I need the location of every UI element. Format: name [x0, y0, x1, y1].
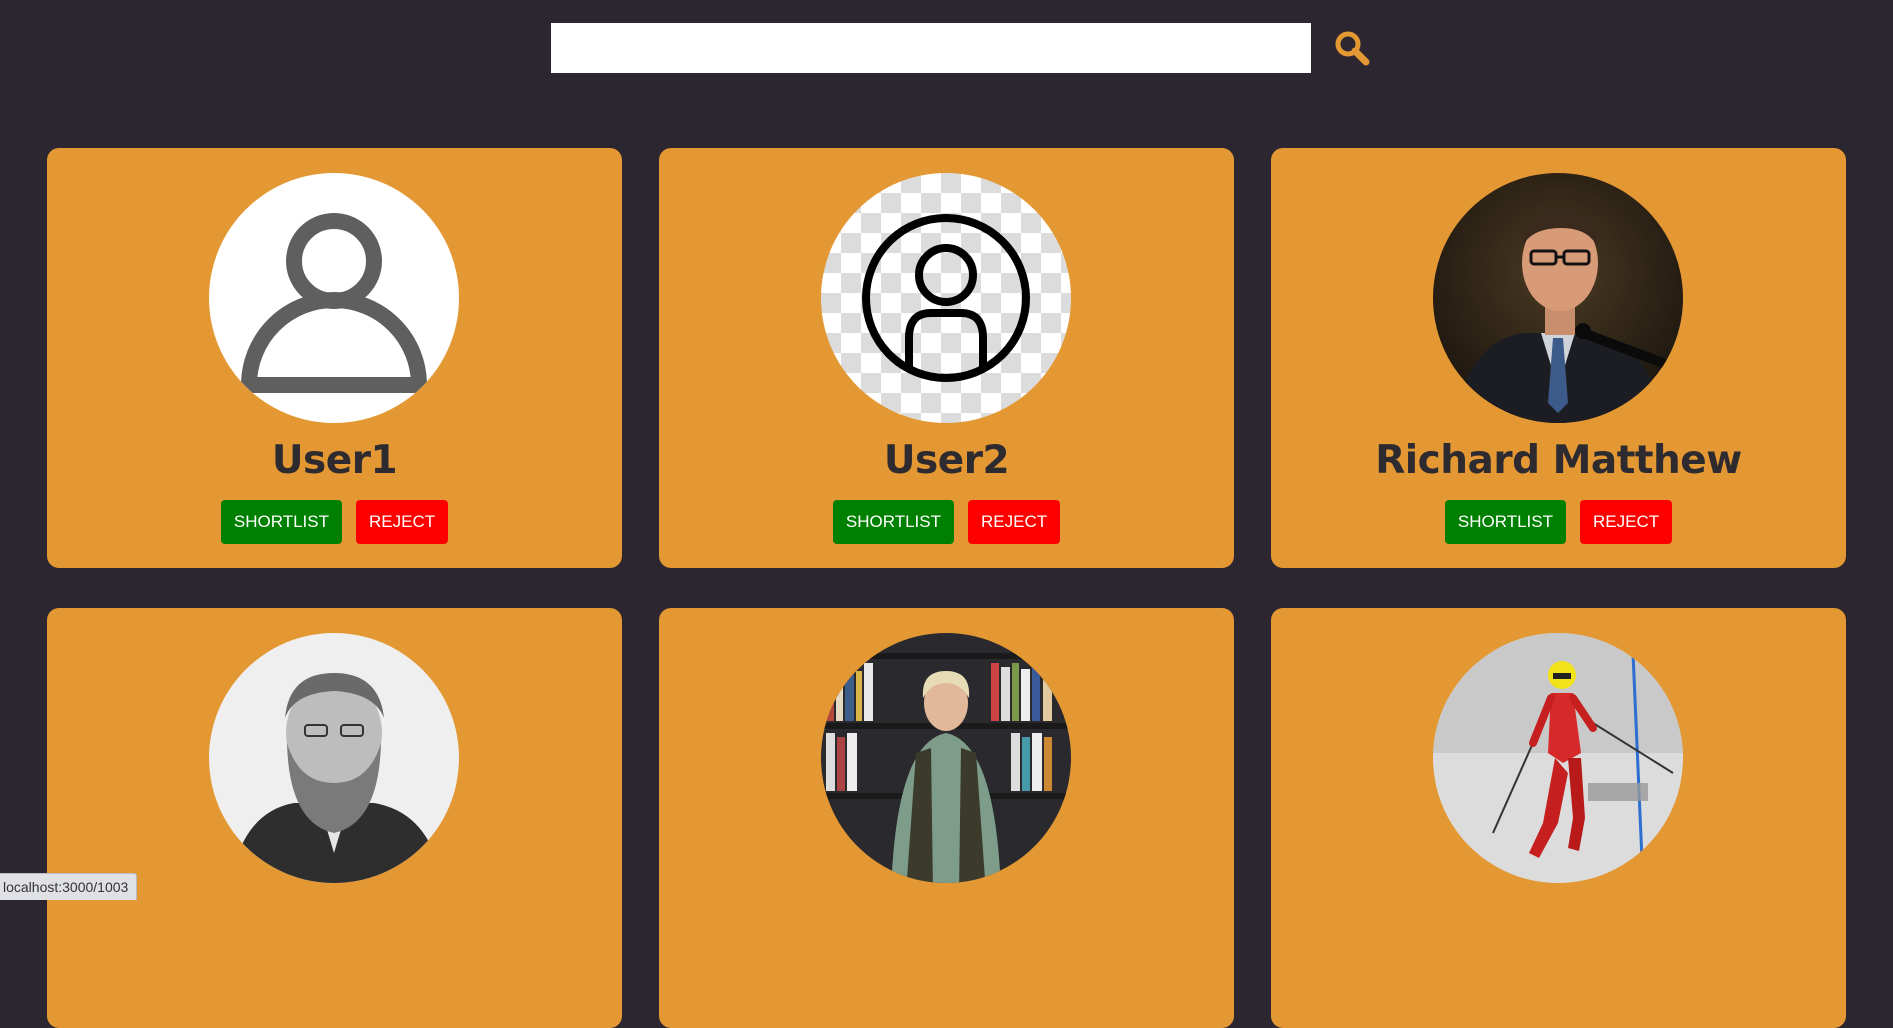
outlined-user-avatar: [821, 173, 1071, 423]
candidate-card: Richard Matthew SHORTLIST REJECT: [1271, 148, 1846, 568]
shortlist-button[interactable]: SHORTLIST: [832, 500, 954, 544]
photo-man-speaker: [1433, 173, 1683, 423]
shortlist-button[interactable]: SHORTLIST: [220, 500, 342, 544]
default-user-avatar: [209, 173, 459, 423]
candidate-card: User1 SHORTLIST REJECT: [47, 148, 622, 568]
avatar: [209, 633, 459, 883]
avatar: [209, 173, 459, 423]
card-actions: SHORTLIST REJECT: [1271, 500, 1846, 544]
candidate-card: [47, 608, 622, 1028]
card-actions: SHORTLIST REJECT: [47, 500, 622, 544]
search-icon: [1335, 31, 1370, 66]
candidate-name: User1: [271, 438, 398, 483]
avatar: [821, 173, 1071, 423]
photo-bearded-man: [209, 633, 459, 883]
candidate-card: [659, 608, 1234, 1028]
avatar: [1433, 633, 1683, 883]
candidate-name: Richard Matthew: [1375, 438, 1742, 483]
reject-button[interactable]: REJECT: [967, 500, 1061, 544]
avatar: [1433, 173, 1683, 423]
card-actions: SHORTLIST REJECT: [659, 500, 1234, 544]
candidate-name: User2: [883, 438, 1010, 483]
browser-status-url: localhost:3000/1003: [0, 873, 138, 900]
search-button[interactable]: [1332, 28, 1372, 68]
photo-skier: [1433, 633, 1683, 883]
reject-button[interactable]: REJECT: [355, 500, 449, 544]
photo-woman-bookshelf: [821, 633, 1071, 883]
search-input[interactable]: [551, 23, 1311, 73]
candidate-card: User2 SHORTLIST REJECT: [659, 148, 1234, 568]
shortlist-button[interactable]: SHORTLIST: [1444, 500, 1566, 544]
candidate-card: [1271, 608, 1846, 1028]
avatar: [821, 633, 1071, 883]
top-bar: [0, 0, 1893, 100]
reject-button[interactable]: REJECT: [1579, 500, 1673, 544]
